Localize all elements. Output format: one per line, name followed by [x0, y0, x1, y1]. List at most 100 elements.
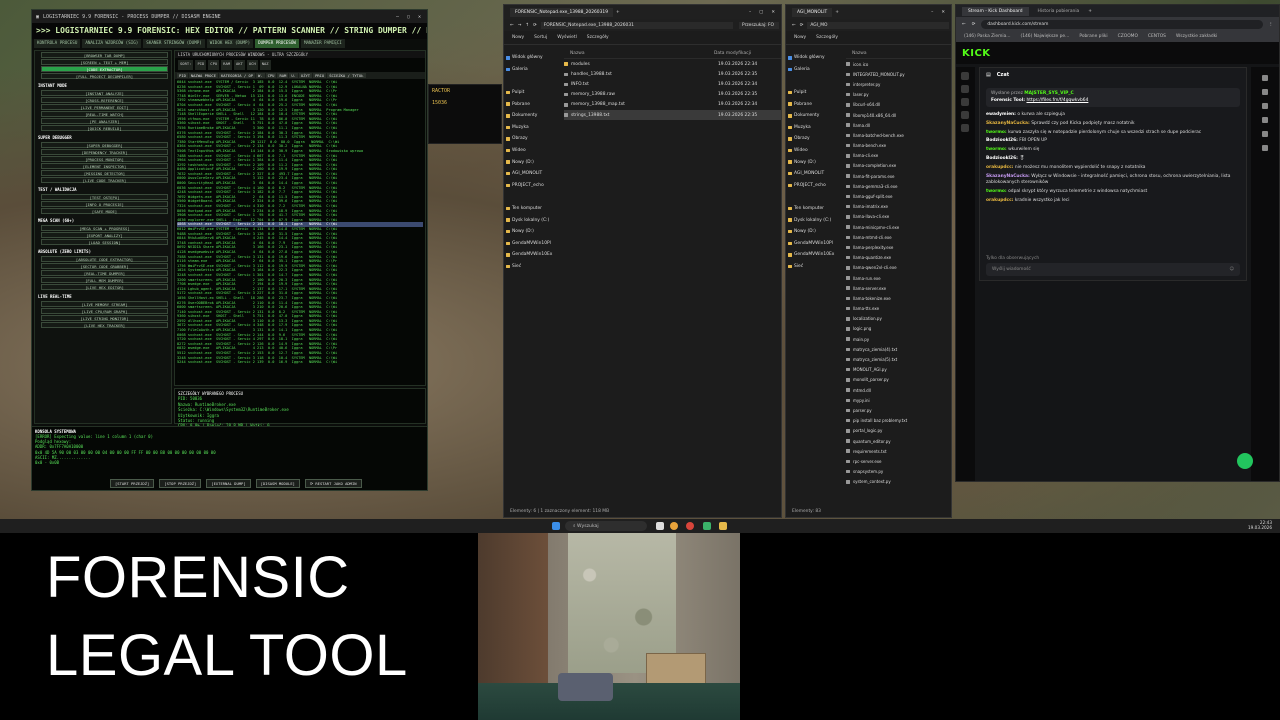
file-row[interactable]: logic.png	[846, 324, 951, 334]
minimize-icon[interactable]: –	[931, 10, 933, 15]
sidebar-item[interactable]: Obrazy	[788, 133, 842, 145]
file-row[interactable]: llama-minicpmv-cli.exe	[846, 222, 951, 232]
pinned-user[interactable]: MAJSTER_SYS_VIP_C	[1024, 91, 1074, 96]
tool-button[interactable]: [FULL PROJECT DECOMPILER]	[41, 73, 168, 79]
file-row[interactable]: strings_13988.txt 19.03.2026 22:35	[564, 109, 781, 121]
file-row[interactable]: llama-gguf-split.exe	[846, 191, 951, 201]
file-row[interactable]: llama-run.exe	[846, 273, 951, 283]
sidebar-item[interactable]: Ten komputer	[506, 203, 560, 215]
sort-option[interactable]: PID	[195, 60, 207, 70]
tab-5[interactable]: MANAŻER PAMIĘCI	[300, 39, 345, 48]
minimize-icon[interactable]: –	[396, 14, 399, 20]
tool-button[interactable]: [SECTOR CODE GRABBER]	[41, 263, 168, 269]
sidebar-item[interactable]: PROJECT_echo	[788, 180, 842, 192]
chat-username[interactable]: twormo:	[986, 189, 1007, 194]
file-row[interactable]: llama-fit-params.exe	[846, 171, 951, 181]
file-row[interactable]: llama-server.exe	[846, 283, 951, 293]
back-arrow-icon[interactable]: ←	[962, 22, 966, 27]
file-row[interactable]: mypy.ini	[846, 395, 951, 405]
new-tab-icon[interactable]: +	[1088, 9, 1092, 14]
up-arrow-icon[interactable]: ↑	[525, 23, 529, 28]
toolbar-button[interactable]: Szczegóły	[816, 35, 838, 40]
tool-button[interactable]: [LIVE MEMORY STREAM]	[41, 301, 168, 307]
tab-4[interactable]: DUMPER PROCESÓW	[255, 39, 299, 48]
tool-button[interactable]: [PROCESS MONITOR]	[41, 156, 168, 162]
tool-icon[interactable]	[1262, 103, 1268, 109]
taskbar-search[interactable]: ⌕ Wyszukaj	[565, 521, 647, 531]
start-icon[interactable]	[552, 522, 560, 530]
chat-input[interactable]: Wyślij wiadomość ☺	[986, 263, 1240, 276]
file-row[interactable]: parser.py	[846, 405, 951, 415]
file-row[interactable]: llama-quantize.exe	[846, 253, 951, 263]
sort-option[interactable]: NAZ	[259, 60, 271, 70]
process-table-body[interactable]: 6044 svchost.exe SYSTEM / Servic 3 185 0…	[175, 79, 425, 369]
sidebar-item[interactable]: AGI_MONOLIT	[506, 168, 560, 180]
tool-button[interactable]: [QUICK REBUILD]	[41, 125, 168, 131]
sidebar-item[interactable]: GendaMVWin10Pl	[788, 238, 842, 250]
sidebar-item[interactable]: Nowy (D:)	[506, 226, 560, 238]
column-name[interactable]: Nazwa	[564, 51, 714, 56]
explorer-tab[interactable]: FORENSIC_Notepad.exe_13988_20260319	[510, 7, 613, 17]
explorer-tab[interactable]: AGI_MONOLIT	[792, 7, 833, 17]
file-row[interactable]: rpc-server.exe	[846, 456, 951, 466]
sidebar-item[interactable]: Muzyka	[506, 122, 560, 134]
column-name[interactable]: Nazwa	[846, 51, 867, 56]
tool-icon[interactable]	[1262, 117, 1268, 123]
sidebar-item[interactable]: Galeria	[506, 64, 560, 76]
bookmark[interactable]: (146) Paska Ziemia...	[964, 34, 1011, 39]
console-button[interactable]: [DISASM MODULE]	[255, 479, 300, 488]
refresh-icon[interactable]: ⟳	[533, 23, 537, 28]
stream-icon[interactable]	[961, 85, 969, 93]
tool-button[interactable]: [REAL-TIME WATCH]	[41, 111, 168, 117]
tab-3[interactable]: WIDOK HEX (DUMP)	[206, 39, 254, 48]
task-view-icon[interactable]	[656, 522, 664, 530]
url-bar[interactable]: dashboard.kick.com/stream	[981, 19, 1263, 29]
file-row[interactable]: main.py	[846, 334, 951, 344]
file-row[interactable]: matryca_ziemia(5).txt	[846, 354, 951, 364]
file-row[interactable]: icon.ico	[846, 59, 951, 69]
toolbar-button[interactable]: Sortuj	[534, 35, 547, 40]
file-row[interactable]: llama-completion.exe	[846, 161, 951, 171]
maximize-icon[interactable]: ▢	[759, 10, 763, 15]
bookmark[interactable]: (146) Największe pe...	[1021, 34, 1070, 39]
tool-button[interactable]: [LIVE CODE TRACKER]	[41, 177, 168, 183]
file-row[interactable]: system_context.py	[846, 477, 951, 487]
sort-option[interactable]: AKT	[234, 60, 245, 70]
extensions-icon[interactable]: ⋮	[1269, 22, 1273, 27]
close-icon[interactable]: ✕	[941, 10, 945, 15]
console-button[interactable]: [EXTERNAL DUMP]	[206, 479, 251, 488]
tool-button[interactable]: [CODE EXTRACTOR]	[41, 66, 168, 72]
address-bar[interactable]: FORENSIC_Notepad.exe_13988_2026031	[540, 21, 733, 29]
sidebar-item[interactable]: Nowy (D:)	[506, 156, 560, 168]
column-header[interactable]: ŚCIEŻKA / TYTUŁ	[327, 73, 366, 78]
tab-2[interactable]: SKANER STRINGÓW (DUMP)	[143, 39, 205, 48]
column-header[interactable]: KATEGORIA / OP	[219, 73, 256, 78]
app-icon[interactable]	[686, 522, 694, 530]
settings-icon[interactable]	[961, 124, 969, 132]
file-row[interactable]: llama-bench.exe	[846, 141, 951, 151]
file-row[interactable]: llama-perplexity.exe	[846, 242, 951, 252]
address-bar[interactable]: AGI_MO	[807, 21, 949, 29]
sort-option[interactable]: RAM	[221, 60, 233, 70]
file-row[interactable]: libomp140.x86_64.dll	[846, 110, 951, 120]
bookmark[interactable]: Pobrane pliki	[1079, 34, 1107, 39]
file-row[interactable]: modules 19.03.2026 22:34	[564, 59, 781, 69]
column-header[interactable]: NAZWA PROCE	[188, 73, 219, 78]
chat-username[interactable]: orakupdcc:	[986, 198, 1013, 203]
chat-username[interactable]: Bodziookl26:	[986, 156, 1018, 161]
sidebar-item[interactable]: Widok główny	[788, 52, 842, 64]
sort-option[interactable]: SORT:	[178, 60, 194, 70]
sidebar-item[interactable]	[506, 191, 560, 203]
sidebar-item[interactable]: Dokumenty	[788, 110, 842, 122]
close-icon[interactable]: ✕	[418, 14, 421, 20]
file-row[interactable]: mtmd.dll	[846, 385, 951, 395]
tool-button[interactable]: [INFO O PROCESIE]	[41, 201, 168, 207]
toolbar-button[interactable]: Nowy	[512, 35, 524, 40]
sidebar-item[interactable]: Sieć	[788, 261, 842, 273]
file-row[interactable]: llama-tts.exe	[846, 304, 951, 314]
tool-button[interactable]: [LIVE HEX TRACKER]	[41, 322, 168, 328]
sidebar-item[interactable]	[788, 75, 842, 87]
sidebar-item[interactable]: Nowy (D:)	[788, 156, 842, 168]
app-icon[interactable]	[703, 522, 711, 530]
bookmark[interactable]: Wszystkie zakładki	[1176, 34, 1217, 39]
